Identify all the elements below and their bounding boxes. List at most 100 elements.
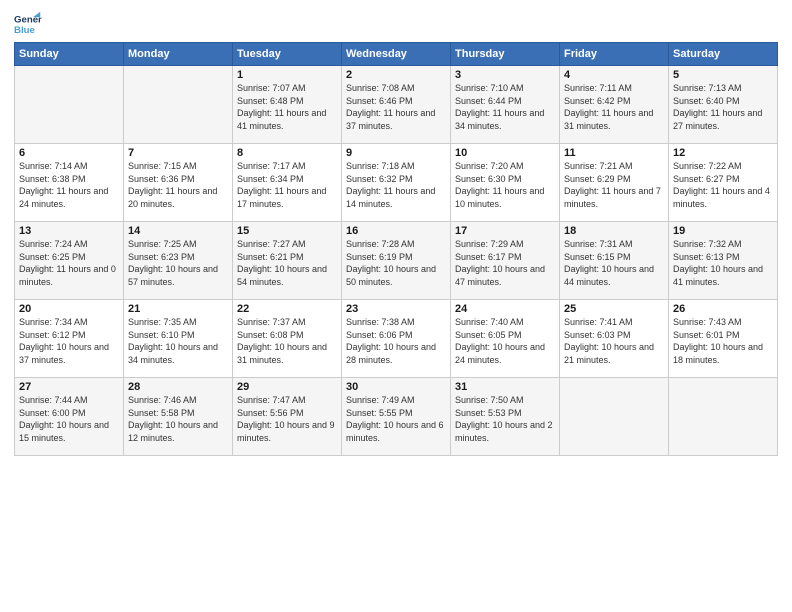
day-info: Sunrise: 7:29 AM Sunset: 6:17 PM Dayligh… [455,238,555,288]
page-container: General Blue SundayMondayTuesdayWednesda… [0,0,792,464]
day-info: Sunrise: 7:11 AM Sunset: 6:42 PM Dayligh… [564,82,664,132]
day-info: Sunrise: 7:17 AM Sunset: 6:34 PM Dayligh… [237,160,337,210]
calendar-week-2: 6Sunrise: 7:14 AM Sunset: 6:38 PM Daylig… [15,144,778,222]
calendar-cell: 2Sunrise: 7:08 AM Sunset: 6:46 PM Daylig… [342,66,451,144]
calendar-cell [560,378,669,456]
day-number: 16 [346,225,446,237]
calendar-cell: 29Sunrise: 7:47 AM Sunset: 5:56 PM Dayli… [233,378,342,456]
day-info: Sunrise: 7:49 AM Sunset: 5:55 PM Dayligh… [346,394,446,444]
calendar-body: 1Sunrise: 7:07 AM Sunset: 6:48 PM Daylig… [15,66,778,456]
calendar-cell: 1Sunrise: 7:07 AM Sunset: 6:48 PM Daylig… [233,66,342,144]
day-header-wednesday: Wednesday [342,43,451,66]
day-number: 3 [455,69,555,81]
calendar-week-4: 20Sunrise: 7:34 AM Sunset: 6:12 PM Dayli… [15,300,778,378]
day-info: Sunrise: 7:40 AM Sunset: 6:05 PM Dayligh… [455,316,555,366]
day-number: 6 [19,147,119,159]
calendar-cell: 7Sunrise: 7:15 AM Sunset: 6:36 PM Daylig… [124,144,233,222]
day-info: Sunrise: 7:18 AM Sunset: 6:32 PM Dayligh… [346,160,446,210]
calendar-cell: 18Sunrise: 7:31 AM Sunset: 6:15 PM Dayli… [560,222,669,300]
calendar-cell: 6Sunrise: 7:14 AM Sunset: 6:38 PM Daylig… [15,144,124,222]
day-info: Sunrise: 7:34 AM Sunset: 6:12 PM Dayligh… [19,316,119,366]
calendar-cell: 11Sunrise: 7:21 AM Sunset: 6:29 PM Dayli… [560,144,669,222]
day-info: Sunrise: 7:13 AM Sunset: 6:40 PM Dayligh… [673,82,773,132]
day-info: Sunrise: 7:21 AM Sunset: 6:29 PM Dayligh… [564,160,664,210]
day-header-saturday: Saturday [669,43,778,66]
day-number: 12 [673,147,773,159]
day-number: 13 [19,225,119,237]
day-number: 5 [673,69,773,81]
calendar-cell: 8Sunrise: 7:17 AM Sunset: 6:34 PM Daylig… [233,144,342,222]
day-number: 14 [128,225,228,237]
day-number: 22 [237,303,337,315]
day-number: 10 [455,147,555,159]
calendar-cell: 28Sunrise: 7:46 AM Sunset: 5:58 PM Dayli… [124,378,233,456]
day-info: Sunrise: 7:41 AM Sunset: 6:03 PM Dayligh… [564,316,664,366]
day-number: 8 [237,147,337,159]
day-number: 20 [19,303,119,315]
day-header-sunday: Sunday [15,43,124,66]
calendar-cell: 9Sunrise: 7:18 AM Sunset: 6:32 PM Daylig… [342,144,451,222]
calendar-cell: 16Sunrise: 7:28 AM Sunset: 6:19 PM Dayli… [342,222,451,300]
calendar-cell: 12Sunrise: 7:22 AM Sunset: 6:27 PM Dayli… [669,144,778,222]
day-number: 30 [346,381,446,393]
day-info: Sunrise: 7:37 AM Sunset: 6:08 PM Dayligh… [237,316,337,366]
calendar-cell: 25Sunrise: 7:41 AM Sunset: 6:03 PM Dayli… [560,300,669,378]
day-info: Sunrise: 7:20 AM Sunset: 6:30 PM Dayligh… [455,160,555,210]
calendar-week-5: 27Sunrise: 7:44 AM Sunset: 6:00 PM Dayli… [15,378,778,456]
day-number: 26 [673,303,773,315]
day-info: Sunrise: 7:46 AM Sunset: 5:58 PM Dayligh… [128,394,228,444]
day-number: 19 [673,225,773,237]
day-header-friday: Friday [560,43,669,66]
day-header-thursday: Thursday [451,43,560,66]
day-number: 24 [455,303,555,315]
calendar-cell: 22Sunrise: 7:37 AM Sunset: 6:08 PM Dayli… [233,300,342,378]
day-number: 4 [564,69,664,81]
calendar-header-row: SundayMondayTuesdayWednesdayThursdayFrid… [15,43,778,66]
day-info: Sunrise: 7:07 AM Sunset: 6:48 PM Dayligh… [237,82,337,132]
day-number: 1 [237,69,337,81]
calendar-cell: 4Sunrise: 7:11 AM Sunset: 6:42 PM Daylig… [560,66,669,144]
calendar-week-1: 1Sunrise: 7:07 AM Sunset: 6:48 PM Daylig… [15,66,778,144]
day-number: 18 [564,225,664,237]
calendar-cell: 10Sunrise: 7:20 AM Sunset: 6:30 PM Dayli… [451,144,560,222]
calendar-cell: 3Sunrise: 7:10 AM Sunset: 6:44 PM Daylig… [451,66,560,144]
day-info: Sunrise: 7:35 AM Sunset: 6:10 PM Dayligh… [128,316,228,366]
calendar-cell: 30Sunrise: 7:49 AM Sunset: 5:55 PM Dayli… [342,378,451,456]
day-info: Sunrise: 7:50 AM Sunset: 5:53 PM Dayligh… [455,394,555,444]
day-number: 29 [237,381,337,393]
calendar-cell: 26Sunrise: 7:43 AM Sunset: 6:01 PM Dayli… [669,300,778,378]
calendar-cell: 27Sunrise: 7:44 AM Sunset: 6:00 PM Dayli… [15,378,124,456]
day-info: Sunrise: 7:22 AM Sunset: 6:27 PM Dayligh… [673,160,773,210]
calendar-cell: 13Sunrise: 7:24 AM Sunset: 6:25 PM Dayli… [15,222,124,300]
calendar-cell: 5Sunrise: 7:13 AM Sunset: 6:40 PM Daylig… [669,66,778,144]
header-row: General Blue [14,10,778,38]
day-info: Sunrise: 7:24 AM Sunset: 6:25 PM Dayligh… [19,238,119,288]
day-number: 23 [346,303,446,315]
day-number: 2 [346,69,446,81]
calendar-table: SundayMondayTuesdayWednesdayThursdayFrid… [14,42,778,456]
calendar-cell: 20Sunrise: 7:34 AM Sunset: 6:12 PM Dayli… [15,300,124,378]
calendar-cell: 19Sunrise: 7:32 AM Sunset: 6:13 PM Dayli… [669,222,778,300]
calendar-cell [669,378,778,456]
day-info: Sunrise: 7:32 AM Sunset: 6:13 PM Dayligh… [673,238,773,288]
day-number: 9 [346,147,446,159]
calendar-cell: 17Sunrise: 7:29 AM Sunset: 6:17 PM Dayli… [451,222,560,300]
calendar-cell: 14Sunrise: 7:25 AM Sunset: 6:23 PM Dayli… [124,222,233,300]
calendar-cell: 31Sunrise: 7:50 AM Sunset: 5:53 PM Dayli… [451,378,560,456]
calendar-cell: 21Sunrise: 7:35 AM Sunset: 6:10 PM Dayli… [124,300,233,378]
day-number: 17 [455,225,555,237]
day-number: 15 [237,225,337,237]
calendar-cell [124,66,233,144]
calendar-cell: 15Sunrise: 7:27 AM Sunset: 6:21 PM Dayli… [233,222,342,300]
day-number: 25 [564,303,664,315]
day-info: Sunrise: 7:08 AM Sunset: 6:46 PM Dayligh… [346,82,446,132]
day-info: Sunrise: 7:43 AM Sunset: 6:01 PM Dayligh… [673,316,773,366]
logo-icon: General Blue [14,10,42,38]
day-number: 11 [564,147,664,159]
calendar-cell: 24Sunrise: 7:40 AM Sunset: 6:05 PM Dayli… [451,300,560,378]
day-header-monday: Monday [124,43,233,66]
day-info: Sunrise: 7:47 AM Sunset: 5:56 PM Dayligh… [237,394,337,444]
day-info: Sunrise: 7:14 AM Sunset: 6:38 PM Dayligh… [19,160,119,210]
svg-text:Blue: Blue [14,25,35,36]
day-header-tuesday: Tuesday [233,43,342,66]
